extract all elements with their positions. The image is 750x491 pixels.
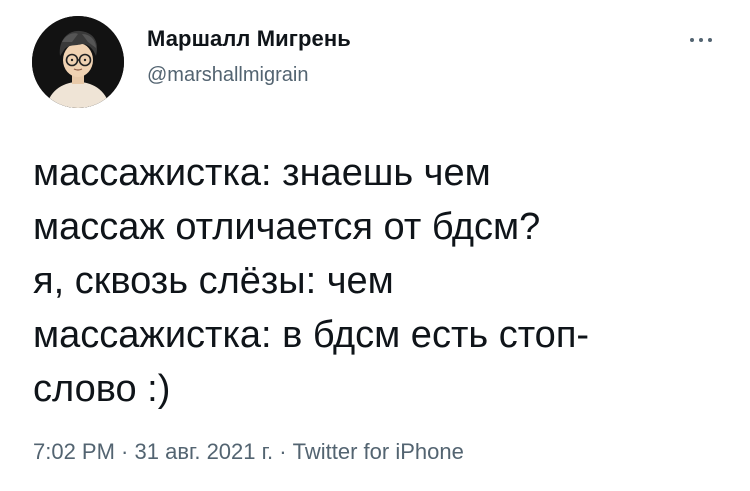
avatar-illustration-icon <box>32 16 124 108</box>
more-horizontal-icon <box>699 38 703 42</box>
tweet-source-link[interactable]: Twitter for iPhone <box>293 439 464 464</box>
tweet-text-line: я, сквозь слёзы: чем <box>33 260 394 302</box>
tweet-time[interactable]: 7:02 PM <box>33 439 115 464</box>
meta-separator: · <box>273 439 293 464</box>
meta-separator: · <box>114 439 135 464</box>
author-display-name[interactable]: Маршалл Мигрень <box>147 26 351 52</box>
author-handle[interactable]: @marshallmigrain <box>147 64 308 87</box>
tweet-date[interactable]: 31 авг. 2021 г. <box>135 439 274 464</box>
tweet-text-line: массажистка: в бдсм есть стоп- <box>33 314 590 356</box>
more-horizontal-icon <box>690 38 694 42</box>
more-options-button[interactable] <box>683 30 719 50</box>
tweet-text-line: слово :) <box>33 368 171 410</box>
tweet-metadata: 7:02 PM · 31 авг. 2021 г. · Twitter for … <box>33 439 464 465</box>
avatar[interactable] <box>32 16 124 108</box>
more-horizontal-icon <box>708 38 712 42</box>
tweet-text: массажистка: знаешь чем массаж отличаетс… <box>33 146 723 416</box>
tweet-text-line: массаж отличается от бдсм? <box>33 206 541 248</box>
tweet-text-line: массажистка: знаешь чем <box>33 152 491 194</box>
tweet-card: Маршалл Мигрень @marshallmigrain массажи… <box>0 0 750 491</box>
